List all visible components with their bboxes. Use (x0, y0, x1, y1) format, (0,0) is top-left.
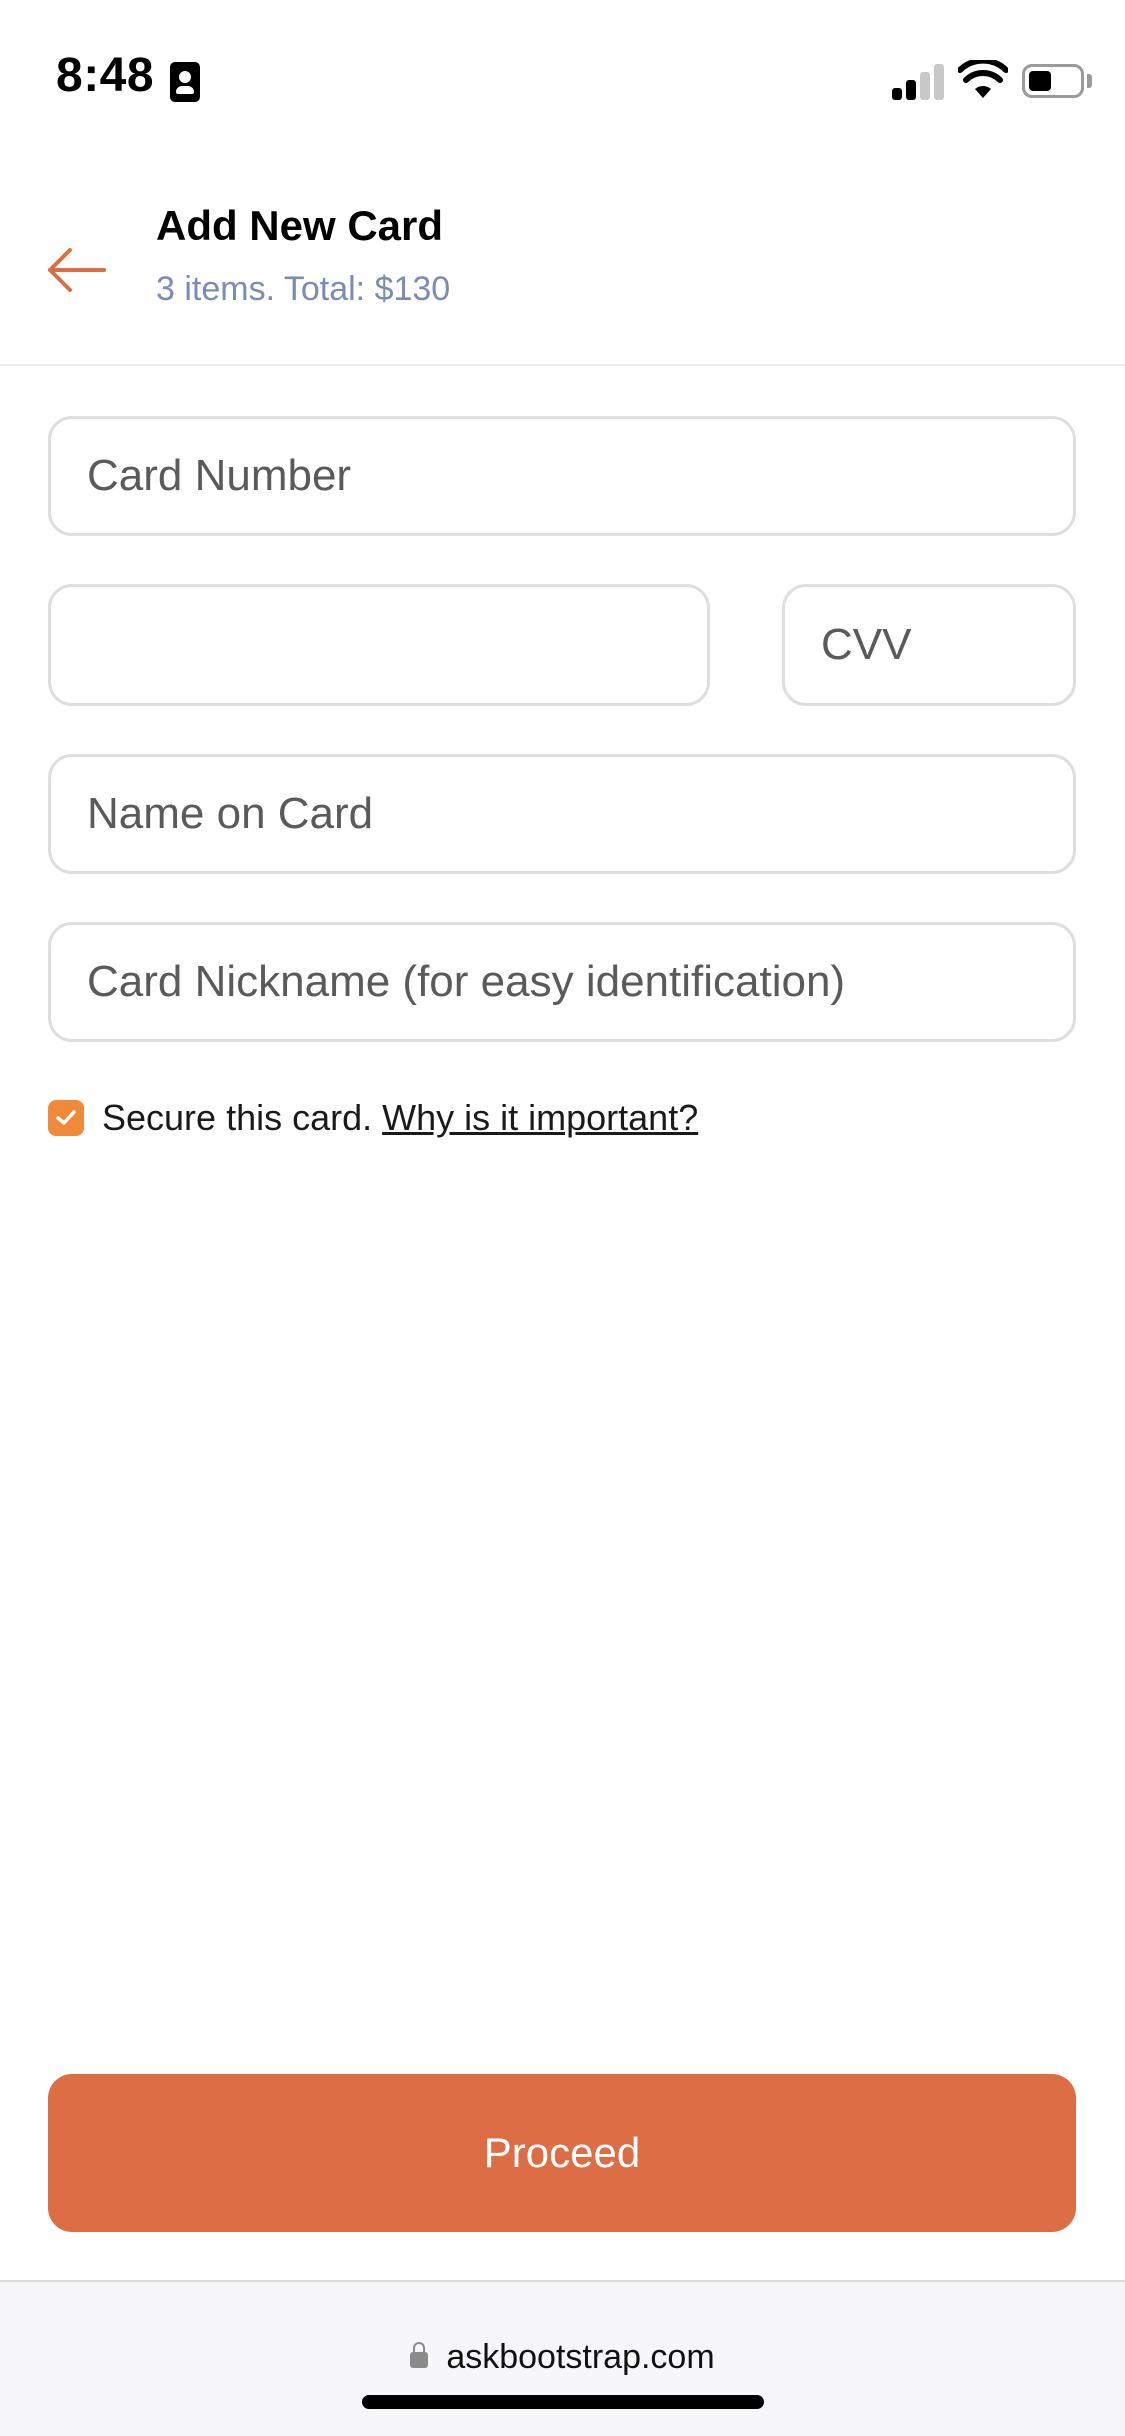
expiry-date-input[interactable] (48, 584, 710, 706)
card-nickname-input[interactable] (48, 922, 1076, 1042)
why-important-link[interactable]: Why is it important? (382, 1097, 698, 1139)
secure-card-label: Secure this card. (102, 1097, 373, 1138)
url-row: askbootstrap.com (0, 2338, 1125, 2377)
battery-level (1029, 71, 1051, 91)
checkmark-icon (56, 1110, 76, 1125)
back-button[interactable] (40, 230, 120, 310)
cvv-input[interactable] (782, 584, 1076, 706)
url-text: askbootstrap.com (446, 2338, 715, 2376)
name-on-card-input[interactable] (48, 754, 1076, 874)
battery-icon (1022, 64, 1084, 98)
arrow-left-icon (48, 248, 106, 292)
secure-card-checkbox[interactable] (48, 1100, 84, 1136)
proceed-button[interactable]: Proceed (48, 2074, 1076, 2232)
battery-cap (1087, 74, 1092, 88)
secure-card-row: Secure this card. Why is it important? (48, 1094, 698, 1142)
card-number-input[interactable] (48, 416, 1076, 536)
lock-icon (410, 2342, 429, 2368)
cart-summary: 3 items. Total: $130 (156, 270, 451, 308)
home-indicator (362, 2395, 764, 2409)
cellular-signal-icon (892, 64, 944, 100)
contact-badge-icon (170, 62, 200, 102)
page-title: Add New Card (156, 202, 444, 249)
browser-address-bar[interactable]: askbootstrap.com (0, 2280, 1125, 2436)
status-bar: 8:48 (0, 0, 1125, 140)
wifi-icon (957, 57, 1009, 100)
page-header: Add New Card 3 items. Total: $130 (0, 140, 1125, 366)
status-time: 8:48 (56, 49, 155, 102)
